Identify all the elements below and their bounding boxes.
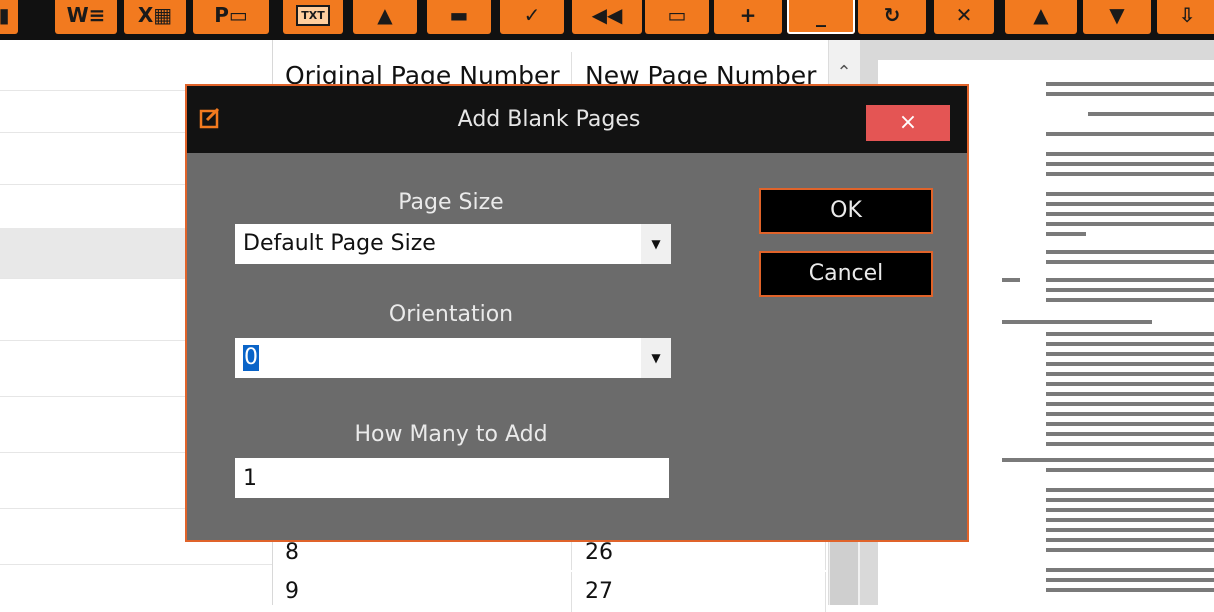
move-down-icon[interactable]: ▼ — [1083, 0, 1151, 34]
page-size-value: Default Page Size — [243, 231, 436, 256]
scroll-up-arrow-icon[interactable]: ⌃ — [833, 62, 855, 84]
blank-page-icon[interactable]: _ — [787, 0, 855, 34]
ok-button[interactable]: OK — [759, 188, 933, 234]
add-blank-pages-dialog: Add Blank Pages × Page Size Default Page… — [185, 84, 969, 542]
powerpoint-export-icon[interactable]: P▭ — [193, 0, 269, 34]
cell-original[interactable]: 9 — [273, 572, 572, 612]
rewind-icon[interactable]: ◀◀ — [572, 0, 642, 34]
word-export-icon[interactable]: W≡ — [55, 0, 117, 34]
image-export-icon[interactable]: ▲ — [353, 0, 417, 34]
move-up-icon[interactable]: ▲ — [1005, 0, 1077, 34]
dialog-titlebar[interactable]: Add Blank Pages × — [187, 86, 967, 153]
close-button[interactable]: × — [866, 105, 950, 141]
excel-export-icon[interactable]: X▦ — [124, 0, 186, 34]
printer-icon[interactable]: ▬ — [427, 0, 491, 34]
chevron-down-icon[interactable]: ▼ — [641, 224, 671, 264]
how-many-label: How Many to Add — [354, 422, 548, 447]
page-icon[interactable]: ▮ — [0, 0, 18, 34]
orientation-label: Orientation — [388, 302, 514, 327]
cancel-button[interactable]: Cancel — [759, 251, 933, 297]
list-item[interactable] — [0, 564, 272, 565]
txt-label: TXT — [296, 4, 330, 26]
page-size-select[interactable]: Default Page Size ▼ — [235, 224, 671, 264]
move-bottom-icon[interactable]: ⇩ — [1157, 0, 1214, 34]
how-many-input[interactable] — [235, 458, 669, 498]
check-icon[interactable]: ✓ — [500, 0, 564, 34]
screen-icon[interactable]: ▭ — [645, 0, 709, 34]
rotate-icon[interactable]: ↻ — [858, 0, 926, 34]
dialog-title: Add Blank Pages — [457, 107, 641, 132]
chevron-down-icon[interactable]: ▼ — [641, 338, 671, 378]
toolbar: ▮ W≡ X▦ P▭ TXT ▲ ▬ ✓ ◀◀ ▭ + _ ↻ ✕ ▲ ▼ ⇩ — [0, 0, 1214, 40]
cell-new[interactable]: 27 — [573, 572, 826, 612]
page-size-label: Page Size — [398, 190, 504, 215]
delete-page-icon[interactable]: ✕ — [934, 0, 994, 34]
txt-export-icon[interactable]: TXT — [283, 0, 343, 34]
orientation-value: 0 — [243, 345, 259, 371]
orientation-select[interactable]: 0 ▼ — [235, 338, 671, 378]
add-page-icon[interactable]: + — [714, 0, 782, 34]
